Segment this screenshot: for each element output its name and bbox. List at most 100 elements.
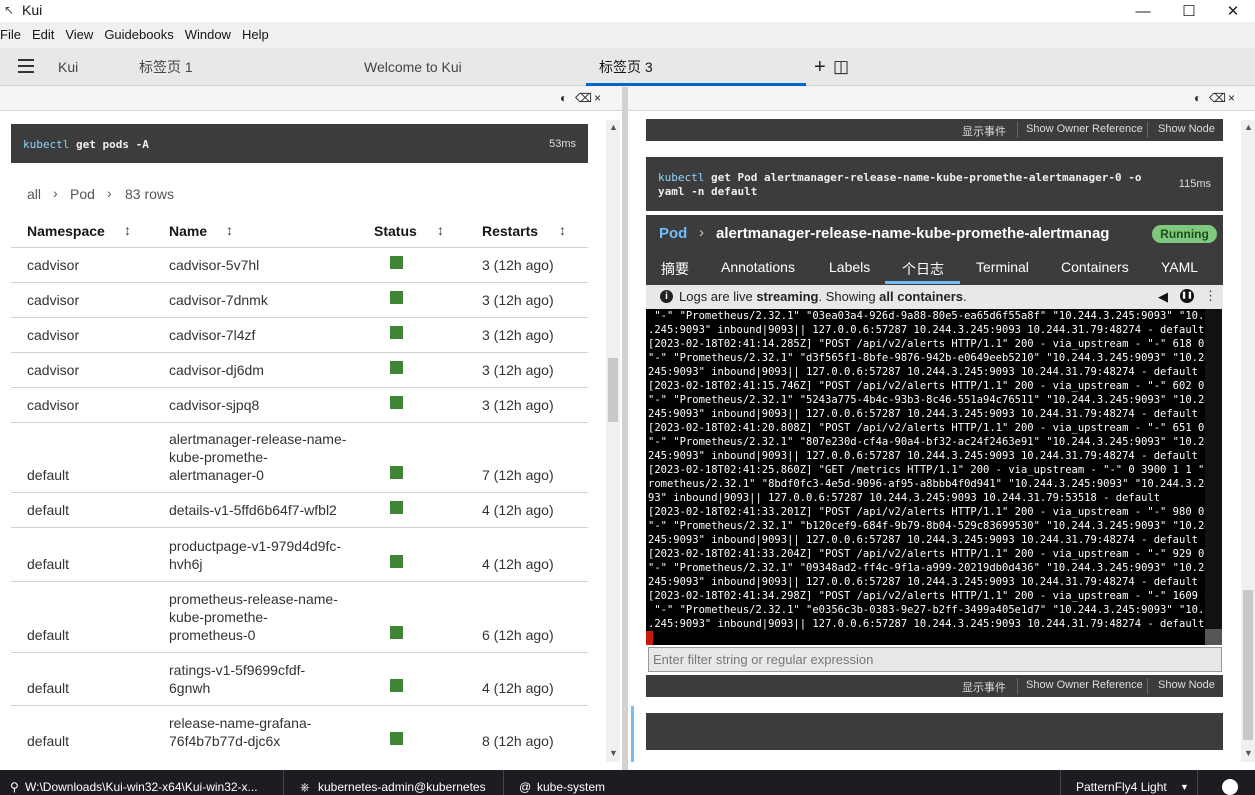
- log-scrollbar-thumb[interactable]: [1205, 629, 1222, 645]
- minimize-button[interactable]: —: [1120, 0, 1166, 22]
- tab-3[interactable]: 标签页 3: [599, 48, 653, 86]
- column-header-namespace[interactable]: Namespace: [27, 223, 105, 239]
- close-split-icon[interactable]: ×: [1228, 91, 1235, 105]
- menu-window[interactable]: Window: [185, 25, 231, 45]
- tab-annotations[interactable]: Annotations: [721, 259, 795, 275]
- sort-icon[interactable]: ↕: [559, 222, 566, 238]
- tab-summary[interactable]: 摘要: [661, 259, 689, 279]
- pod-name-cell[interactable]: cadvisor-7dnmk: [169, 291, 268, 309]
- show-events-button[interactable]: 显示事件: [962, 123, 1006, 139]
- left-scrollbar[interactable]: ▲ ▼: [606, 120, 620, 762]
- scroll-down-icon[interactable]: ▼: [609, 748, 618, 758]
- sort-icon[interactable]: ↕: [124, 222, 131, 238]
- breadcrumb-kind[interactable]: Pod: [70, 186, 95, 202]
- scroll-up-icon[interactable]: ▲: [1244, 122, 1253, 132]
- previous-icon[interactable]: ◀: [1158, 289, 1168, 305]
- theme-selector[interactable]: PatternFly4 Light: [1076, 780, 1167, 794]
- table-row[interactable]: default alertmanager-release-name- kube-p…: [11, 422, 588, 492]
- log-info-containers: all containers: [879, 289, 963, 304]
- pod-name-cell[interactable]: details-v1-5ffd6b64f7-wfbl2: [169, 501, 337, 519]
- log-line: [2023-02-18T02:41:15.746Z] "POST /api/v2…: [648, 380, 1205, 392]
- kube-namespace[interactable]: kube-system: [537, 780, 605, 794]
- app-name: Kui: [58, 59, 79, 75]
- pod-name-cell[interactable]: cadvisor-5v7hl: [169, 256, 259, 274]
- table-row[interactable]: default ratings-v1-5f9699cfdf- 6gnwh 4 (12…: [11, 652, 588, 705]
- show-node-button[interactable]: Show Node: [1158, 679, 1215, 691]
- tab-bar: Kui 标签页 1 Welcome to Kui 标签页 3 + ◫: [0, 48, 1255, 86]
- show-node-button[interactable]: Show Node: [1158, 123, 1215, 135]
- empty-command-block[interactable]: [646, 713, 1223, 750]
- tab-welcome[interactable]: Welcome to Kui: [364, 48, 462, 86]
- split-view-icon[interactable]: ◫: [833, 48, 849, 86]
- show-events-button[interactable]: 显示事件: [962, 679, 1006, 695]
- close-split-icon[interactable]: ×: [594, 91, 601, 105]
- maximize-button[interactable]: ☐: [1166, 0, 1212, 22]
- pod-name-cell[interactable]: ratings-v1-5f9699cfdf- 6gnwh: [169, 661, 305, 697]
- github-icon[interactable]: [1222, 779, 1238, 795]
- log-info-part: .: [962, 289, 967, 304]
- pod-name-cell[interactable]: cadvisor-dj6dm: [169, 361, 264, 379]
- pause-icon[interactable]: ❚❚: [1180, 289, 1194, 303]
- pod-name-cell[interactable]: release-name-grafana- 76f4b7b77d-djc6x: [169, 714, 311, 750]
- menu-help[interactable]: Help: [242, 25, 269, 45]
- show-owner-reference-button[interactable]: Show Owner Reference: [1026, 123, 1143, 135]
- contrast-icon[interactable]: ◐: [560, 91, 567, 105]
- contrast-icon[interactable]: ◐: [1194, 91, 1201, 105]
- pod-name-cell[interactable]: cadvisor-7l4zf: [169, 326, 255, 344]
- pod-name-cell[interactable]: productpage-v1-979d4d9fc- hvh6j: [169, 537, 341, 573]
- pod-name-cell[interactable]: alertmanager-release-name- kube-promethe…: [169, 430, 346, 484]
- command-prefix: kubectl: [23, 138, 70, 151]
- table-row[interactable]: default release-name-grafana- 76f4b7b77d-…: [11, 705, 588, 758]
- namespace-cell: cadvisor: [27, 397, 80, 413]
- menu-file[interactable]: File: [0, 25, 21, 45]
- namespace-cell: default: [27, 733, 70, 749]
- table-row[interactable]: cadvisor cadvisor-sjpq8 3 (12h ago): [11, 387, 588, 422]
- scroll-down-icon[interactable]: ▼: [1244, 748, 1253, 758]
- tab-terminal[interactable]: Terminal: [976, 259, 1029, 275]
- breadcrumb-all[interactable]: all: [27, 186, 41, 202]
- scrollbar-thumb[interactable]: [1243, 590, 1253, 740]
- table-row[interactable]: default details-v1-5ffd6b64f7-wfbl2 4 (12h…: [11, 492, 588, 527]
- pod-details-header: Pod › alertmanager-release-name-kube-pro…: [646, 215, 1223, 285]
- tab-logs[interactable]: 个日志: [902, 259, 944, 279]
- scrollbar-thumb[interactable]: [608, 358, 618, 422]
- column-header-name[interactable]: Name: [169, 223, 207, 239]
- table-row[interactable]: cadvisor cadvisor-7dnmk 3 (12h ago): [11, 282, 588, 317]
- namespace-cell: cadvisor: [27, 362, 80, 378]
- table-row[interactable]: cadvisor cadvisor-7l4zf 3 (12h ago): [11, 317, 588, 352]
- menu-view[interactable]: View: [65, 25, 93, 45]
- sort-icon[interactable]: ↕: [437, 222, 444, 238]
- new-tab-icon[interactable]: +: [814, 48, 826, 86]
- sort-icon[interactable]: ↕: [226, 222, 233, 238]
- right-scrollbar[interactable]: ▲ ▼: [1241, 120, 1255, 762]
- command-block-right[interactable]: kubectl get Pod alertmanager-release-nam…: [646, 157, 1223, 211]
- hamburger-menu-icon[interactable]: [18, 59, 34, 73]
- table-row[interactable]: default productpage-v1-979d4d9fc- hvh6j 4 …: [11, 527, 588, 581]
- caret-down-icon[interactable]: ▼: [1180, 782, 1189, 792]
- kube-context[interactable]: kubernetes-admin@kubernetes: [318, 780, 486, 794]
- menu-guidebooks[interactable]: Guidebooks: [104, 25, 173, 45]
- tab-containers[interactable]: Containers: [1061, 259, 1129, 275]
- scroll-up-icon[interactable]: ▲: [609, 122, 618, 132]
- show-owner-reference-button[interactable]: Show Owner Reference: [1026, 679, 1143, 691]
- pod-name-cell[interactable]: cadvisor-sjpq8: [169, 396, 259, 414]
- table-row[interactable]: cadvisor cadvisor-5v7hl 3 (12h ago): [11, 247, 588, 282]
- tab-1[interactable]: 标签页 1: [139, 48, 193, 86]
- tab-labels[interactable]: Labels: [829, 259, 870, 275]
- column-header-restarts[interactable]: Restarts: [482, 223, 538, 239]
- log-output[interactable]: "-" "Prometheus/2.32.1" "03ea03a4-926d-9…: [646, 309, 1205, 645]
- table-row[interactable]: cadvisor cadvisor-dj6dm 3 (12h ago): [11, 352, 588, 387]
- close-window-button[interactable]: ✕: [1210, 0, 1255, 22]
- menu-edit[interactable]: Edit: [32, 25, 54, 45]
- clear-icon[interactable]: ⌫: [575, 91, 592, 105]
- working-directory[interactable]: W:\Downloads\Kui-win32-x64\Kui-win32-x..…: [25, 780, 258, 794]
- kebab-menu-icon[interactable]: ⋮: [1204, 288, 1217, 304]
- clear-icon[interactable]: ⌫: [1209, 91, 1226, 105]
- log-scrollbar[interactable]: [1205, 309, 1222, 645]
- pod-name-cell[interactable]: prometheus-release-name- kube-promethe- …: [169, 590, 338, 644]
- log-filter-input[interactable]: Enter filter string or regular expressio…: [648, 647, 1222, 672]
- column-header-status[interactable]: Status: [374, 223, 417, 239]
- table-row[interactable]: default prometheus-release-name- kube-pro…: [11, 581, 588, 652]
- tab-yaml[interactable]: YAML: [1161, 259, 1198, 275]
- command-block-left[interactable]: kubectl get pods -A 53ms: [11, 124, 588, 163]
